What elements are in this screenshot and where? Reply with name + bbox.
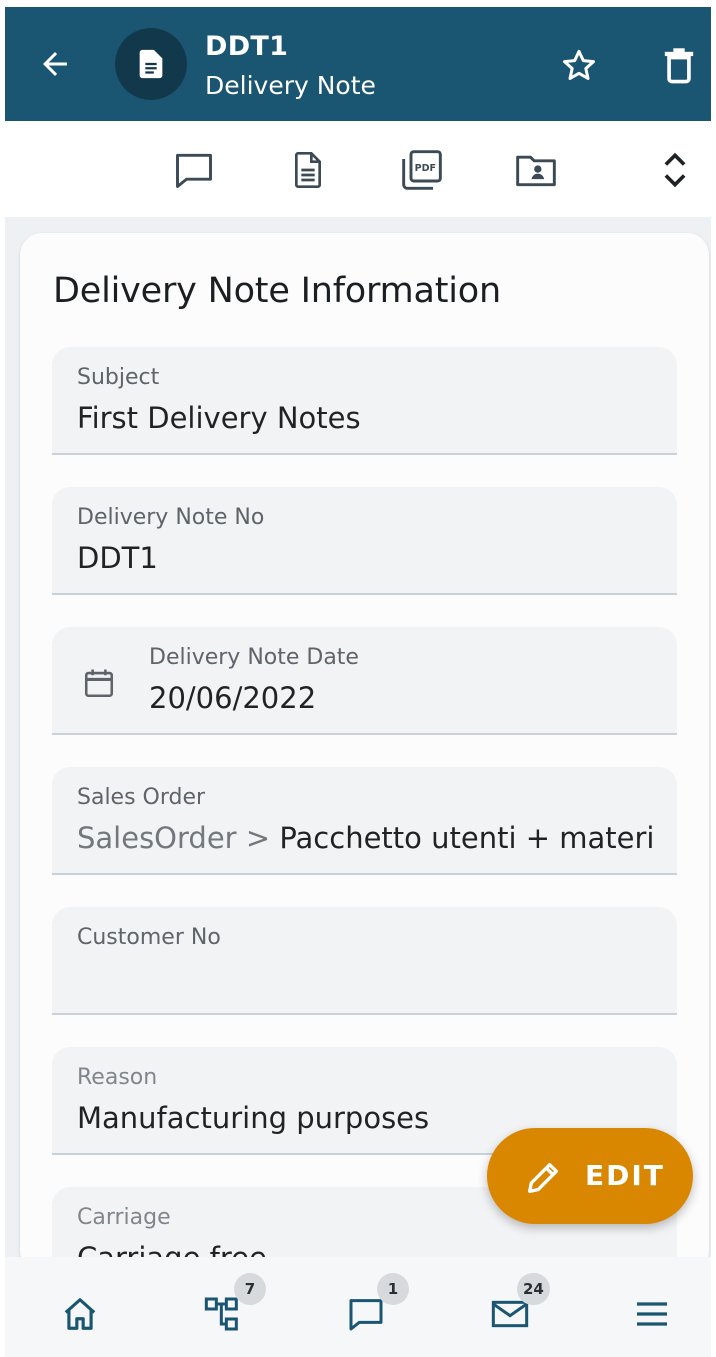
- nav-comments[interactable]: 1: [341, 1273, 409, 1337]
- documents-button[interactable]: [285, 147, 331, 193]
- related-module-prefix: SalesOrder >: [77, 821, 280, 855]
- contact-folder-icon: [516, 155, 556, 187]
- pdf-button[interactable]: PDF: [399, 147, 445, 193]
- field-label: Customer No: [77, 925, 221, 950]
- document-icon: [139, 49, 163, 79]
- page-subtitle: Delivery Note: [205, 71, 376, 100]
- trash-icon: [664, 48, 694, 84]
- card-title: Delivery Note Information: [53, 271, 501, 311]
- related-badge: 7: [234, 1273, 266, 1305]
- info-card: Delivery Note Information Subject First …: [20, 233, 709, 1295]
- comments-button[interactable]: [171, 147, 217, 193]
- nav-home[interactable]: [55, 1291, 105, 1337]
- expand-collapse-icon: [664, 152, 686, 188]
- field-label: Delivery Note No: [77, 505, 265, 530]
- field-value: First Delivery Notes: [77, 401, 361, 435]
- mail-badge: 24: [517, 1273, 550, 1305]
- star-outline-icon: [563, 49, 595, 80]
- comment-icon: [176, 153, 212, 188]
- bottom-navigation: 7 1 24: [5, 1257, 711, 1357]
- page-title: DDT1: [205, 31, 289, 62]
- document-icon: [295, 152, 321, 188]
- pdf-icon: PDF: [402, 150, 442, 190]
- action-toolbar: PDF: [5, 121, 711, 217]
- related-record-name[interactable]: Pacchetto utenti + materiale: [279, 821, 655, 855]
- delivery-note-date-field[interactable]: Delivery Note Date 20/06/2022: [52, 627, 677, 735]
- nav-mail[interactable]: 24: [485, 1273, 550, 1337]
- favorite-button[interactable]: [557, 44, 601, 88]
- field-value: 20/06/2022: [149, 681, 317, 715]
- field-label: Sales Order: [77, 785, 206, 810]
- pencil-icon: [528, 1163, 558, 1193]
- app-bar: DDT1 Delivery Note: [5, 7, 711, 121]
- record-avatar: [115, 28, 187, 100]
- edit-button[interactable]: EDIT: [487, 1128, 693, 1224]
- edit-label: EDIT: [585, 1159, 665, 1192]
- nav-related[interactable]: 7: [198, 1273, 266, 1337]
- field-label: Delivery Note Date: [149, 645, 359, 670]
- field-label: Reason: [77, 1065, 158, 1090]
- calendar-icon: [82, 665, 116, 705]
- home-icon: [64, 1298, 96, 1330]
- contact-folder-button[interactable]: [513, 147, 559, 193]
- comments-badge: 1: [377, 1273, 409, 1305]
- sales-order-field[interactable]: Sales Order SalesOrder > Pacchetto utent…: [52, 767, 677, 875]
- svg-text:PDF: PDF: [415, 163, 436, 174]
- field-value: Manufacturing purposes: [77, 1101, 430, 1135]
- expand-collapse-button[interactable]: [652, 147, 698, 193]
- customer-no-field[interactable]: Customer No: [52, 907, 677, 1015]
- field-label: Carriage: [77, 1205, 171, 1230]
- field-label: Subject: [77, 365, 160, 390]
- back-button[interactable]: [35, 44, 75, 84]
- delete-button[interactable]: [657, 44, 701, 88]
- subject-field[interactable]: Subject First Delivery Notes: [52, 347, 677, 455]
- field-value: SalesOrder > Pacchetto utenti + material…: [77, 821, 655, 855]
- field-value: DDT1: [77, 541, 158, 575]
- nav-menu[interactable]: [627, 1291, 677, 1337]
- delivery-note-no-field[interactable]: Delivery Note No DDT1: [52, 487, 677, 595]
- menu-icon: [637, 1302, 667, 1326]
- arrow-left-icon: [43, 52, 67, 76]
